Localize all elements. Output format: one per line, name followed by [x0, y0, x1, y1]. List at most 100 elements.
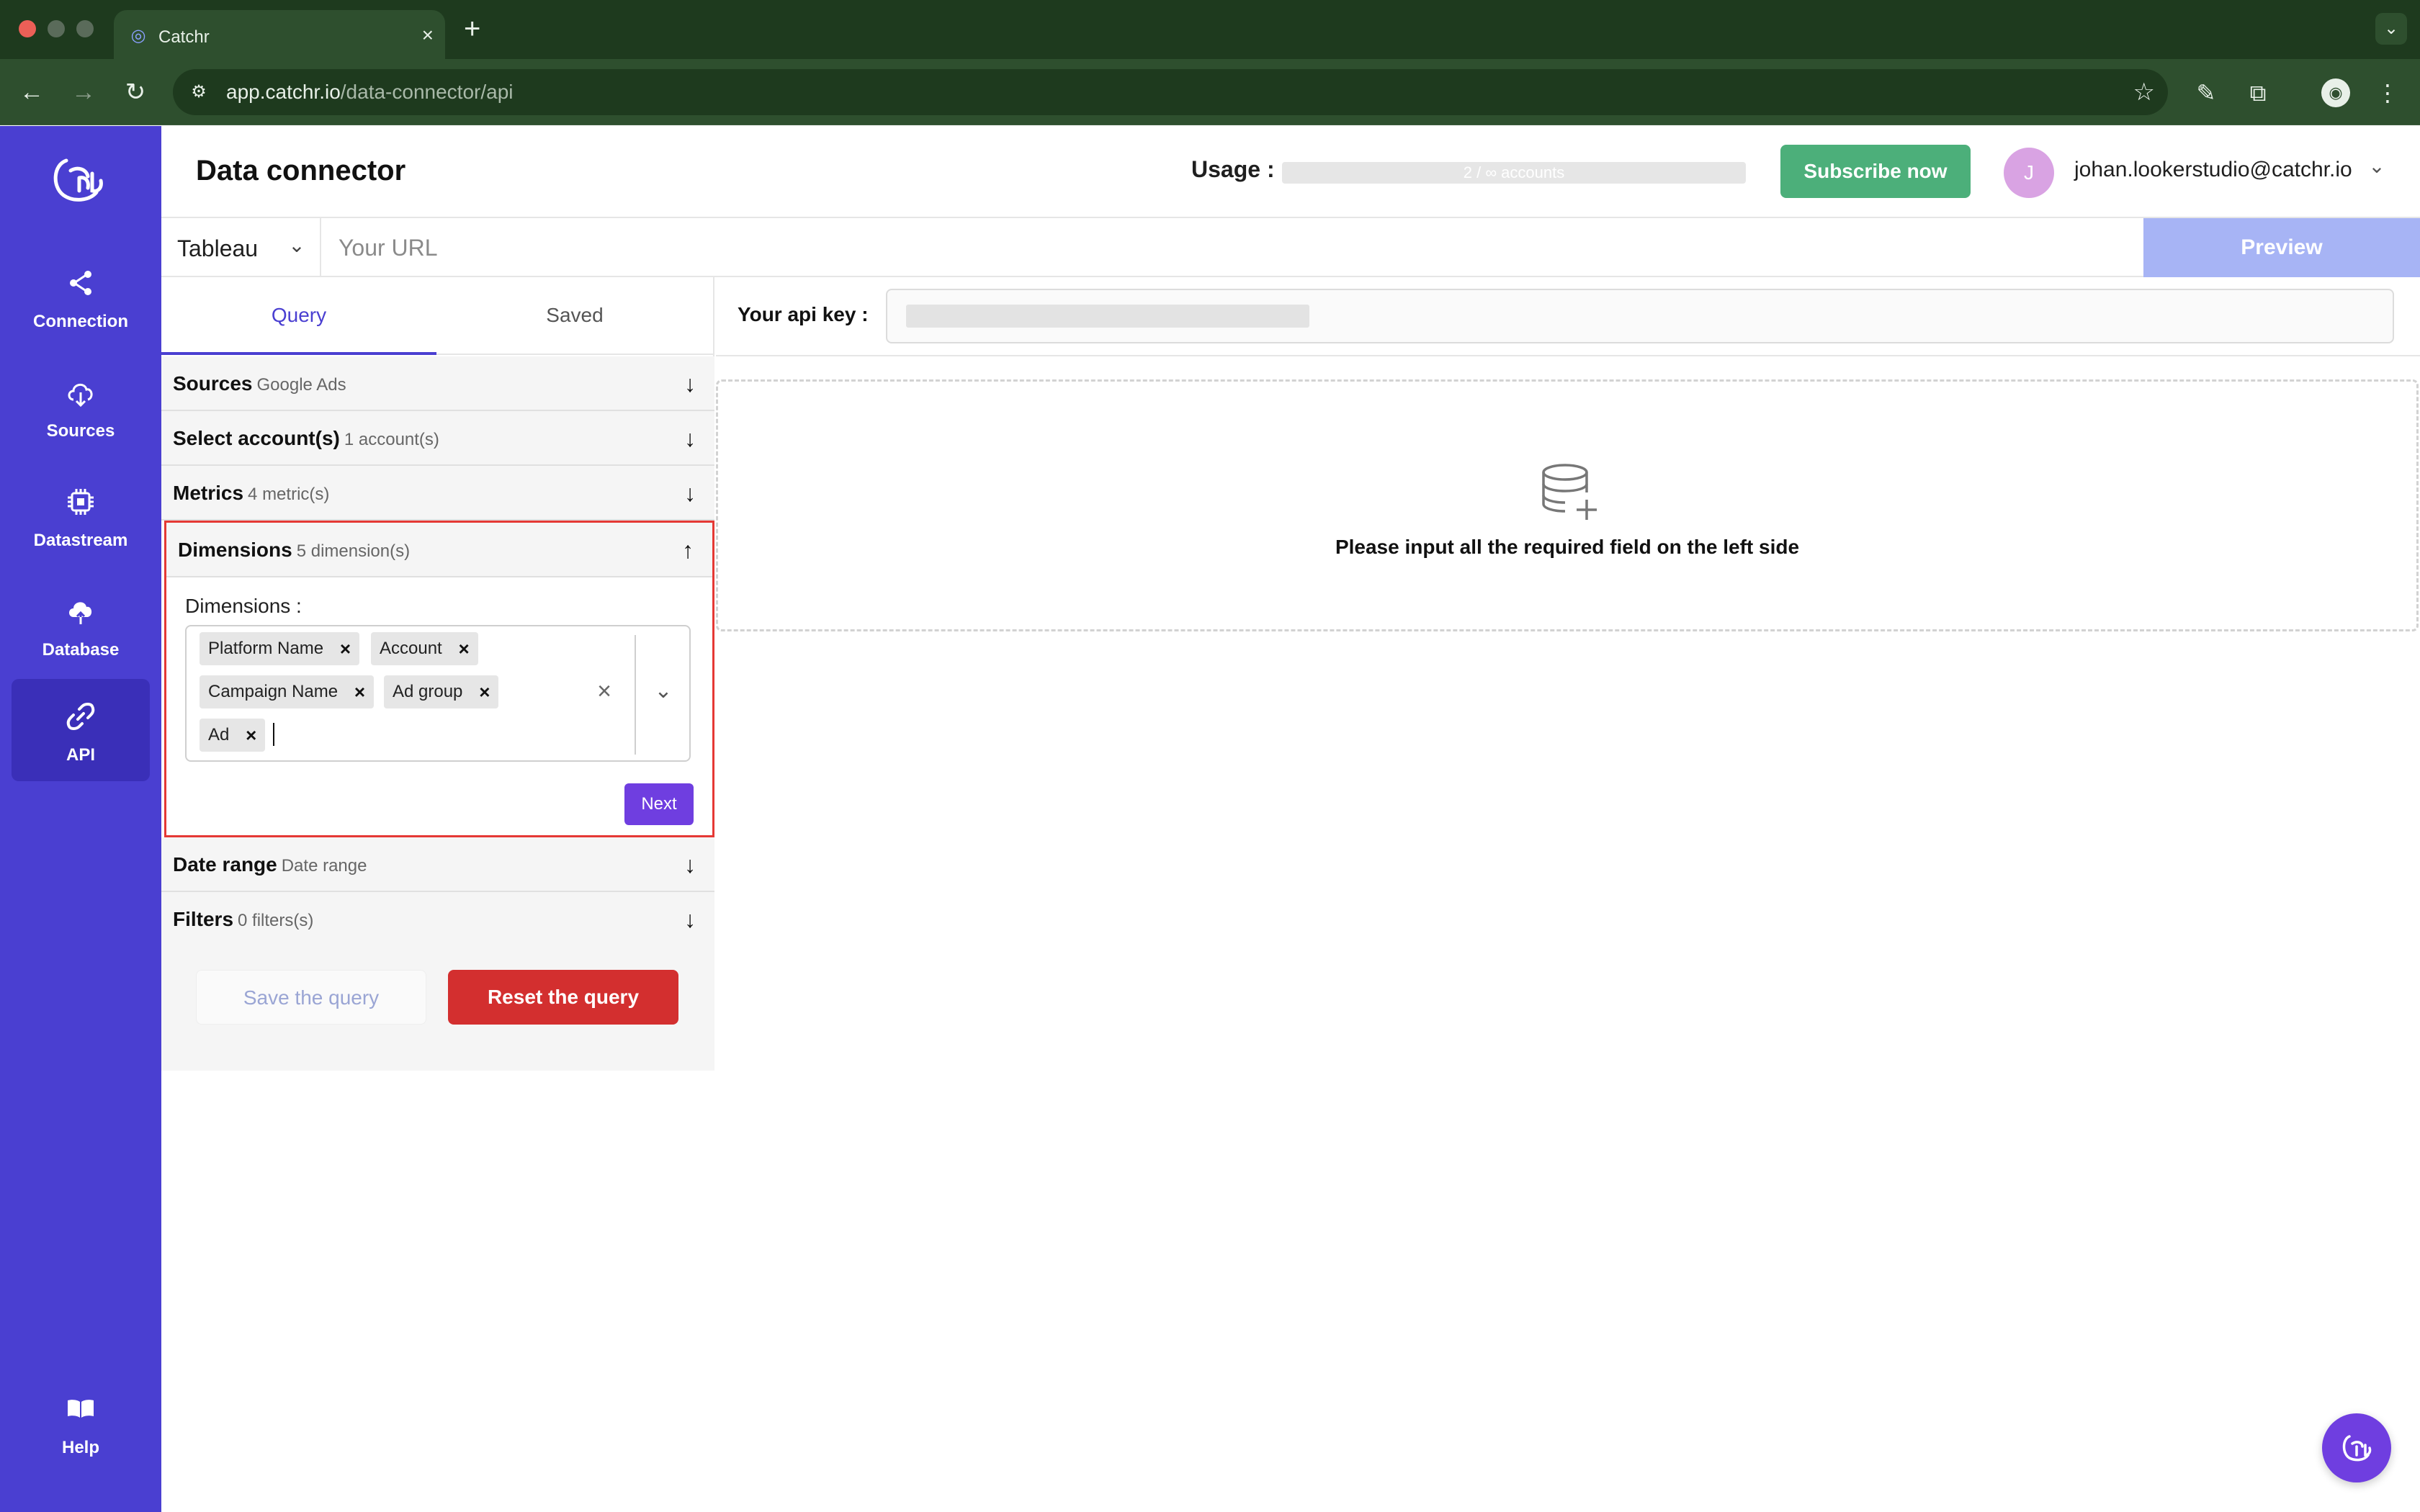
- more-menu-icon[interactable]: ⋮: [2371, 76, 2404, 109]
- sidebar-item-label: Help: [61, 1438, 99, 1457]
- clear-all-icon[interactable]: ×: [590, 677, 619, 706]
- sidebar-item-help[interactable]: Help: [12, 1372, 150, 1474]
- arrow-down-icon: ↓: [684, 852, 696, 878]
- tab-query[interactable]: Query: [161, 277, 436, 355]
- site-settings-icon[interactable]: ⚙: [186, 79, 212, 105]
- select-divider: [635, 635, 636, 755]
- remove-chip-icon[interactable]: ×: [246, 719, 256, 752]
- page-title: Data connector: [196, 155, 406, 186]
- chevron-down-icon[interactable]: ⌄: [647, 675, 679, 707]
- remove-chip-icon[interactable]: ×: [459, 632, 470, 665]
- api-key-row: Your api key :: [716, 277, 2420, 356]
- sidebar: Connection Sources Datastream Database A…: [0, 126, 161, 1512]
- chevron-down-icon: ⌄: [288, 234, 305, 256]
- dimensions-panel: Dimensions 5 dimension(s) ↑ Dimensions : …: [164, 521, 714, 837]
- arrow-down-icon: ↓: [684, 371, 696, 397]
- remove-chip-icon[interactable]: ×: [354, 675, 365, 708]
- close-window-button[interactable]: [19, 20, 36, 37]
- preview-empty-state: Please input all the required field on t…: [716, 379, 2419, 631]
- usage-label: Usage :: [1191, 156, 1275, 182]
- cloud-download-icon: [68, 384, 93, 408]
- section-title: Sources Google Ads: [173, 372, 346, 395]
- section-accounts[interactable]: Select account(s) 1 account(s) ↓: [161, 411, 714, 466]
- browser-tab-bar: ◎ Catchr × + ⌄: [0, 0, 2420, 59]
- database-add-icon: [1542, 464, 1597, 520]
- section-title: Metrics 4 metric(s): [173, 482, 330, 504]
- remove-chip-icon[interactable]: ×: [340, 632, 351, 665]
- sidebar-item-label: Database: [42, 640, 120, 660]
- link-icon: [66, 703, 95, 730]
- address-bar: ← → ↻ ⚙ app.catchr.io/data-connector/api…: [0, 59, 2420, 125]
- tab-saved[interactable]: Saved: [436, 277, 713, 355]
- chip-icon: [68, 489, 94, 515]
- section-title: Dimensions 5 dimension(s): [178, 539, 411, 561]
- extensions-icon[interactable]: ⧉: [2241, 76, 2275, 109]
- tab-search-button[interactable]: ⌄: [2375, 13, 2407, 45]
- catchr-logo-icon[interactable]: [45, 152, 117, 210]
- preview-button[interactable]: Preview: [2143, 218, 2420, 277]
- cloud-upload-icon: [69, 602, 92, 624]
- avatar[interactable]: J: [2004, 148, 2054, 198]
- share-icon: [70, 271, 91, 295]
- sidebar-item-label: Datastream: [33, 531, 128, 550]
- tool-select[interactable]: Tableau ⌄: [161, 218, 321, 277]
- query-tabs: Query Saved: [161, 277, 714, 355]
- tool-select-value: Tableau: [177, 235, 259, 261]
- arrow-up-icon: ↑: [682, 537, 694, 563]
- chevron-down-icon[interactable]: ⌄: [2362, 152, 2391, 181]
- section-title: Filters 0 filters(s): [173, 908, 314, 930]
- sidebar-item-label: API: [66, 745, 95, 765]
- sidebar-item-datastream[interactable]: Datastream: [12, 464, 150, 567]
- section-dimensions[interactable]: Dimensions 5 dimension(s) ↑: [166, 523, 712, 577]
- back-arrow-icon[interactable]: ←: [14, 75, 49, 109]
- close-tab-icon[interactable]: ×: [422, 24, 434, 46]
- tab-title: Catchr: [158, 27, 210, 47]
- empty-state-message: Please input all the required field on t…: [1335, 536, 1800, 558]
- new-tab-button[interactable]: +: [464, 13, 480, 45]
- user-email[interactable]: johan.lookerstudio@catchr.io: [2074, 158, 2352, 182]
- arrow-down-icon: ↓: [684, 480, 696, 506]
- usage-progress-bar: 2 / ∞ accounts: [1282, 162, 1746, 184]
- section-filters[interactable]: Filters 0 filters(s) ↓: [161, 892, 714, 947]
- api-key-value-masked: [906, 305, 1309, 328]
- section-date-range[interactable]: Date range Date range ↓: [161, 837, 714, 892]
- next-button[interactable]: Next: [624, 783, 694, 825]
- section-metrics[interactable]: Metrics 4 metric(s) ↓: [161, 466, 714, 521]
- url-row: Tableau ⌄ Preview: [161, 218, 2420, 277]
- sidebar-item-sources[interactable]: Sources: [12, 355, 150, 457]
- sidebar-item-database[interactable]: Database: [12, 574, 150, 676]
- forward-arrow-icon[interactable]: →: [66, 75, 101, 109]
- dimension-chip: Ad ×: [200, 719, 266, 752]
- section-sources[interactable]: Sources Google Ads ↓: [161, 356, 714, 411]
- book-icon: [68, 1400, 94, 1418]
- section-title: Select account(s) 1 account(s): [173, 427, 439, 449]
- url-input[interactable]: [339, 231, 2067, 264]
- reset-query-button[interactable]: Reset the query: [448, 970, 678, 1025]
- arrow-down-icon: ↓: [684, 906, 696, 932]
- catchr-favicon-icon: ◎: [130, 26, 146, 45]
- save-query-button[interactable]: Save the query: [196, 970, 426, 1025]
- sidebar-item-label: Sources: [46, 421, 115, 441]
- pen-icon[interactable]: ✎: [2190, 76, 2223, 109]
- reload-icon[interactable]: ↻: [118, 75, 153, 109]
- catchr-chat-icon: [2342, 1435, 2372, 1462]
- sidebar-item-connection[interactable]: Connection: [12, 246, 150, 348]
- sidebar-item-label: Connection: [33, 312, 128, 331]
- subscribe-button[interactable]: Subscribe now: [1780, 145, 1971, 198]
- dimensions-field-label: Dimensions :: [185, 595, 302, 617]
- sidebar-item-api[interactable]: API: [12, 679, 150, 781]
- query-actions: Save the query Reset the query: [161, 941, 714, 1071]
- omnibox[interactable]: ⚙ app.catchr.io/data-connector/api ☆: [173, 69, 2168, 115]
- profile-icon[interactable]: ◉: [2319, 76, 2352, 109]
- dimensions-multiselect[interactable]: Platform Name × Account × Campaign Name × A…: [185, 625, 691, 762]
- remove-chip-icon[interactable]: ×: [479, 675, 490, 708]
- chat-widget-button[interactable]: [2322, 1413, 2391, 1482]
- bookmark-star-icon[interactable]: ☆: [2133, 78, 2155, 107]
- api-key-field[interactable]: [886, 289, 2394, 343]
- api-key-label: Your api key :: [738, 303, 869, 325]
- maximize-window-button[interactable]: [76, 20, 94, 37]
- minimize-window-button[interactable]: [48, 20, 65, 37]
- browser-tab[interactable]: ◎ Catchr ×: [114, 10, 445, 59]
- arrow-down-icon: ↓: [684, 426, 696, 451]
- text-caret: [273, 723, 274, 746]
